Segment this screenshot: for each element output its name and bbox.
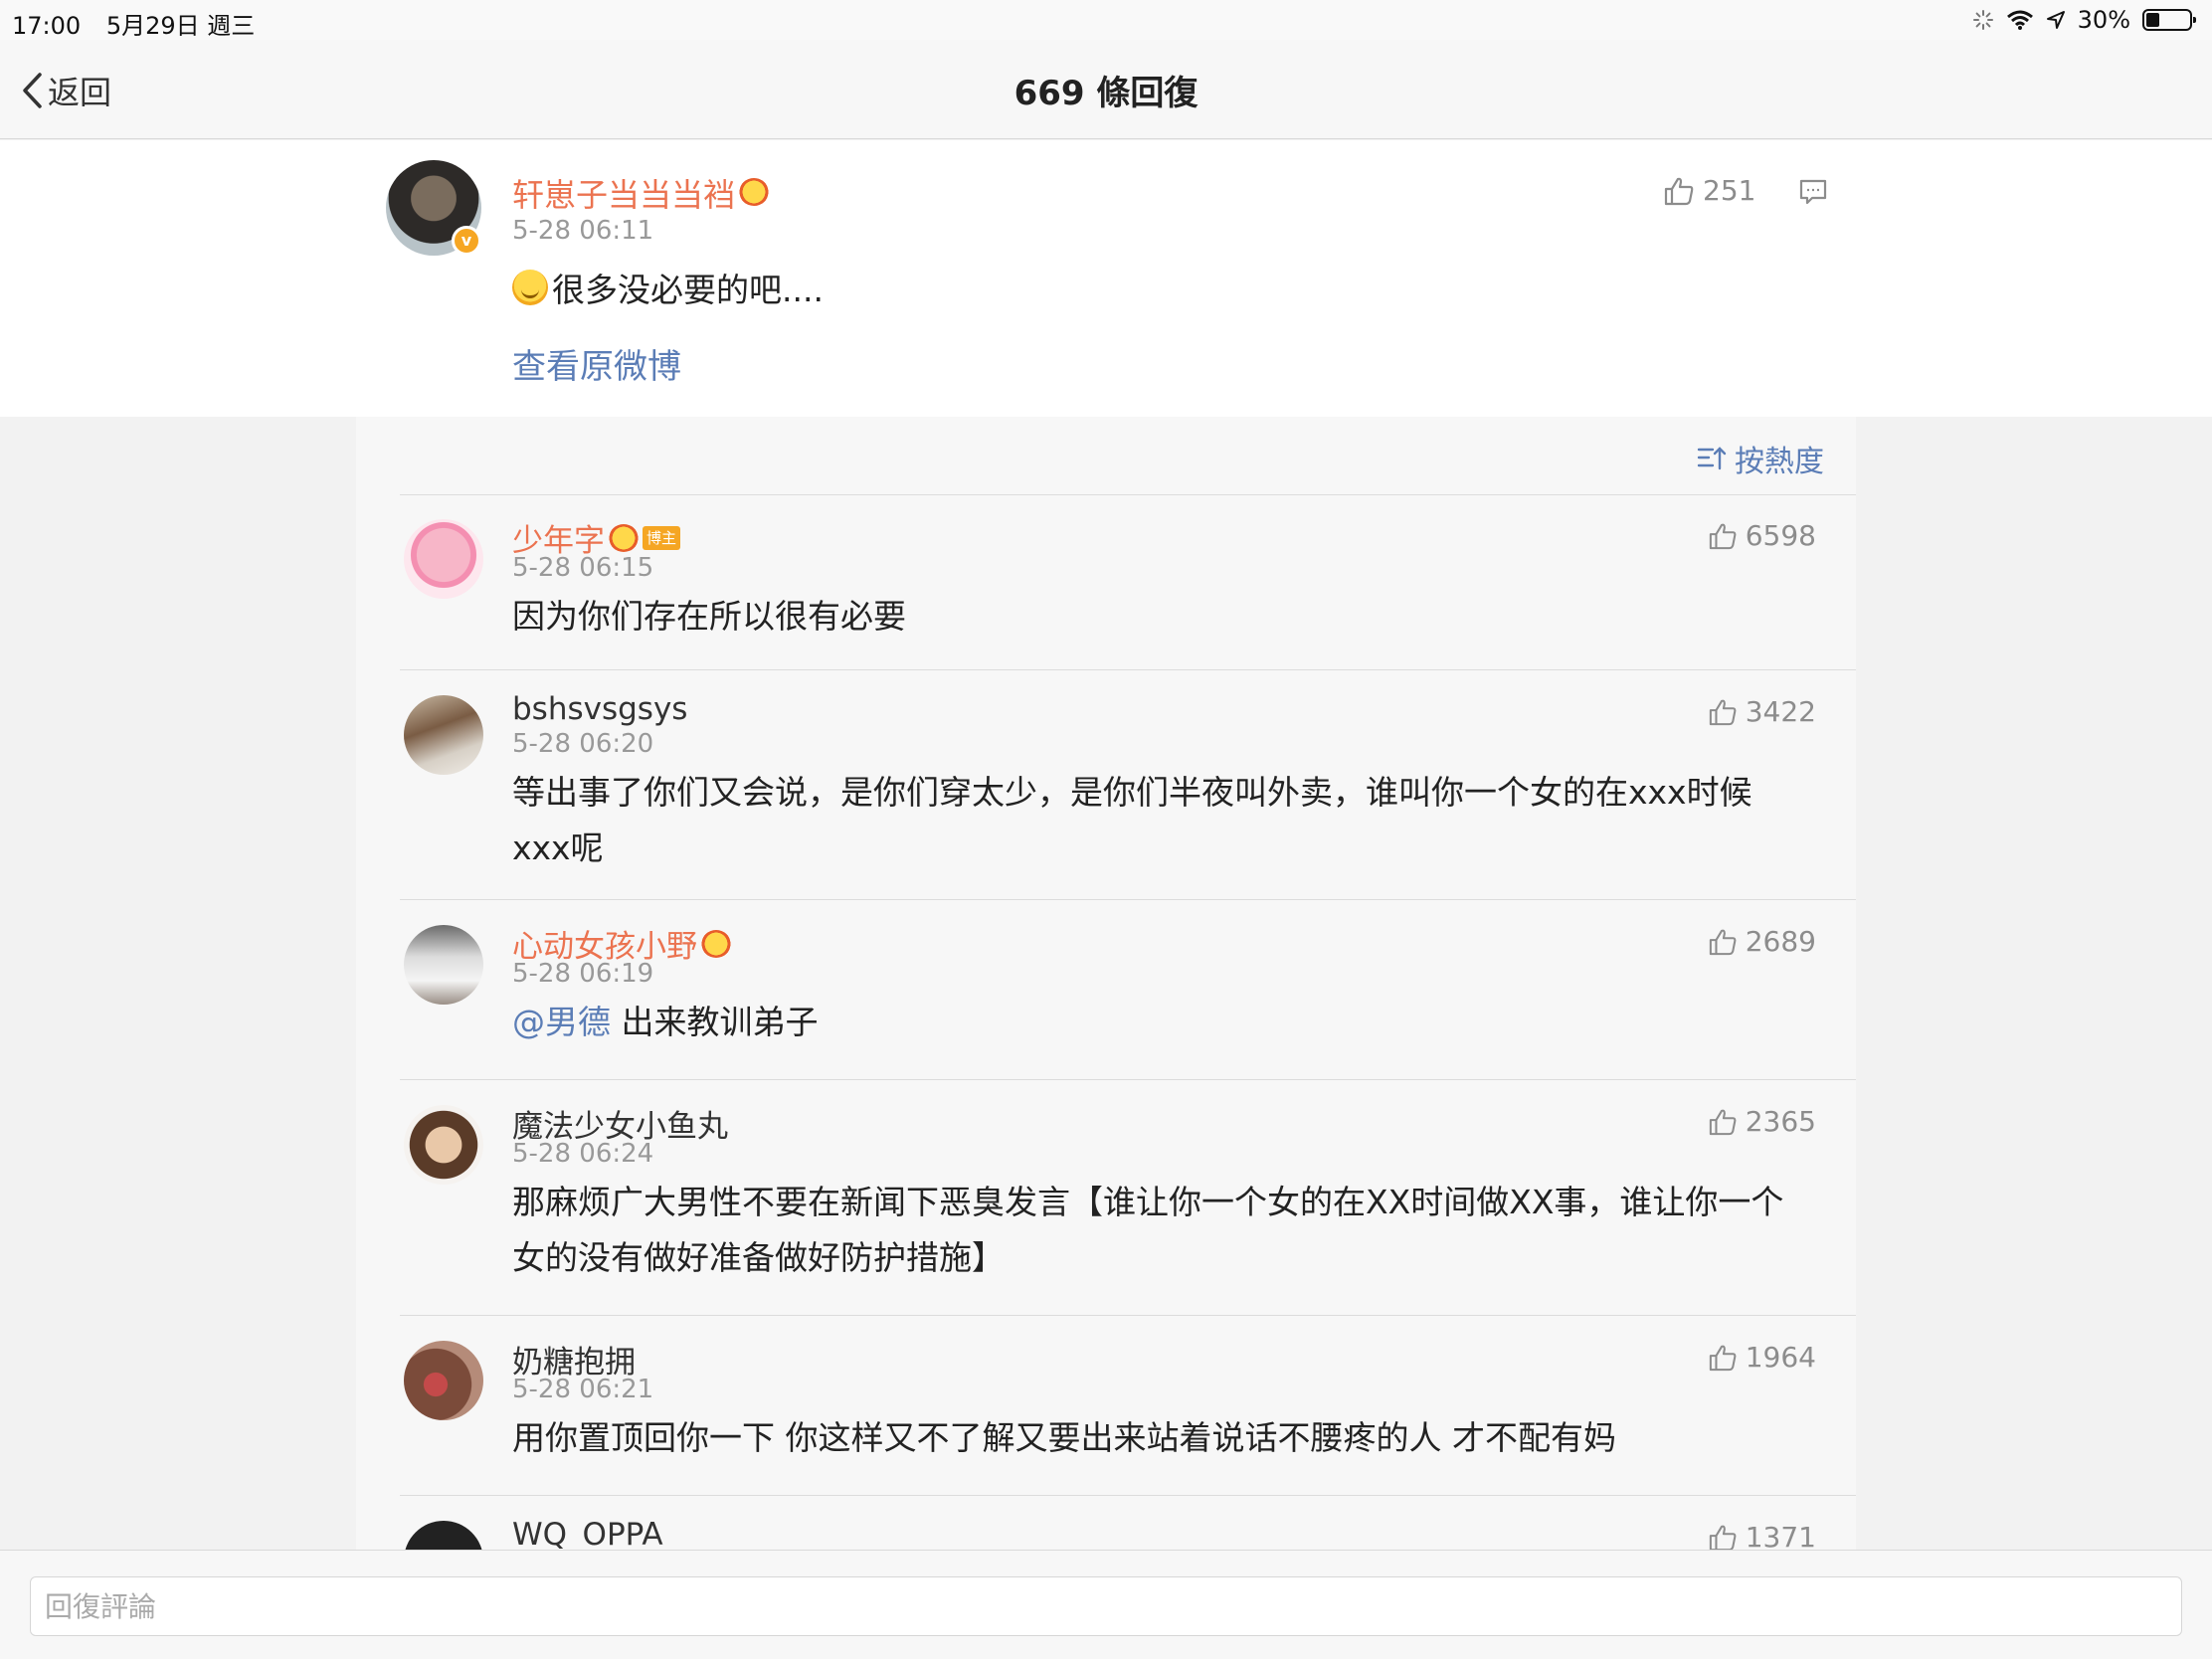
reply-input[interactable]	[30, 1576, 2182, 1636]
avatar[interactable]	[404, 695, 483, 775]
like-count: 2365	[1745, 1105, 1816, 1138]
mention-link[interactable]: @男德	[512, 1003, 611, 1041]
reply-bar	[0, 1550, 2212, 1659]
view-original-link[interactable]: 查看原微博	[512, 339, 681, 388]
like-button[interactable]: 2689	[1708, 925, 1816, 958]
reply-text: @男德 出来教训弟子	[512, 995, 1795, 1050]
comment-icon[interactable]	[1798, 178, 1828, 206]
status-time: 17:00	[12, 12, 82, 40]
sort-label: 按熱度	[1735, 445, 1824, 479]
sort-icon	[1697, 447, 1727, 470]
avatar[interactable]	[404, 519, 483, 599]
reply-author[interactable]: bshsvsgsys	[512, 691, 687, 727]
author-tag: 博主	[643, 525, 681, 550]
like-count: 1371	[1745, 1521, 1816, 1550]
avatar[interactable]	[404, 1521, 483, 1550]
original-text-content: 很多没必要的吧....	[552, 271, 824, 309]
thumbs-up-icon	[1709, 699, 1737, 725]
original-like-count: 251	[1703, 174, 1756, 207]
like-count: 1964	[1745, 1341, 1816, 1374]
replies-panel: 按熱度 少年字 博主 5-28 06:15 因为你们存在所以很有必要 6598 b…	[356, 417, 1856, 1550]
original-text: 很多没必要的吧....	[512, 264, 824, 311]
reply-text: 等出事了你们又会说，是你们穿太少，是你们半夜叫外卖，谁叫你一个女的在xxx时候x…	[512, 773, 1752, 867]
like-count: 3422	[1745, 695, 1816, 728]
loading-icon	[1972, 10, 1993, 30]
original-comment: v 轩崽子当当当裆 5-28 06:11 很多没必要的吧.... 查看原微博 2…	[0, 140, 2212, 417]
reply-time: 5-28 06:19	[512, 959, 654, 989]
reply-author-name: WQ_OPPA	[512, 1517, 663, 1550]
battery-fill	[2146, 13, 2159, 27]
battery-percent: 30%	[2077, 6, 2130, 34]
location-icon	[2046, 11, 2065, 29]
status-date: 5月29日 週三	[105, 12, 256, 40]
like-button[interactable]: 2365	[1708, 1105, 1816, 1138]
like-count: 2689	[1745, 925, 1816, 958]
like-button[interactable]: 3422	[1708, 695, 1816, 728]
like-button[interactable]: 1964	[1708, 1341, 1816, 1374]
original-author-name: 轩崽子当当当裆	[512, 176, 736, 214]
status-bar: 17:00 5月29日 週三 30%	[0, 0, 2212, 40]
nav-bar: 返回 669 條回復	[0, 40, 2212, 139]
sort-button[interactable]: 按熱度	[1697, 437, 1824, 480]
original-author[interactable]: 轩崽子当当当裆	[512, 170, 770, 216]
reply-text: 因为你们存在所以很有必要	[512, 597, 906, 636]
reply-item: bshsvsgsys 5-28 06:20 等出事了你们又会说，是你们穿太少，是…	[400, 671, 1856, 900]
battery-icon	[2142, 9, 2196, 31]
reply-author-name: bshsvsgsys	[512, 691, 688, 727]
verified-badge: v	[452, 226, 481, 256]
reply-time: 5-28 06:15	[512, 553, 654, 583]
like-count: 6598	[1745, 519, 1816, 552]
vip-icon	[701, 929, 731, 958]
original-time: 5-28 06:11	[512, 216, 654, 246]
avatar[interactable]	[404, 1341, 483, 1420]
reply-item: 魔法少女小鱼丸 5-28 06:24 那麻烦广大男性不要在新闻下恶臭发言【谁让你…	[400, 1081, 1856, 1316]
reply-text: 用你置顶回你一下 你这样又不了解又要出来站着说话不腰疼的人 才不配有妈	[512, 1418, 1616, 1457]
reply-author[interactable]: WQ_OPPA	[512, 1517, 663, 1550]
like-button[interactable]: 6598	[1708, 519, 1816, 552]
thumbs-up-icon	[1709, 523, 1737, 549]
thumbs-up-icon	[1709, 1525, 1737, 1550]
smile-emoji-icon	[512, 270, 548, 305]
avatar[interactable]	[404, 925, 483, 1005]
thumbs-up-icon	[1709, 929, 1737, 955]
like-button[interactable]: 1371	[1708, 1521, 1816, 1550]
reply-item: 少年字 博主 5-28 06:15 因为你们存在所以很有必要 6598	[400, 495, 1856, 670]
wifi-icon	[2006, 10, 2033, 30]
thumbs-up-icon	[1709, 1109, 1737, 1135]
reply-time: 5-28 06:24	[512, 1139, 654, 1169]
reply-item: WQ_OPPA 1371	[400, 1497, 1856, 1550]
vip-icon	[739, 178, 770, 206]
reply-item: 心动女孩小野 5-28 06:19 @男德 出来教训弟子 2689	[400, 901, 1856, 1080]
thumbs-up-icon	[1709, 1345, 1737, 1371]
reply-time: 5-28 06:21	[512, 1375, 654, 1404]
page-title: 669 條回復	[1014, 74, 1198, 113]
avatar[interactable]	[404, 1105, 483, 1185]
reply-time: 5-28 06:20	[512, 729, 654, 759]
reply-item: 奶糖抱拥 5-28 06:21 用你置顶回你一下 你这样又不了解又要出来站着说话…	[400, 1317, 1856, 1496]
reply-text: 那麻烦广大男性不要在新闻下恶臭发言【谁让你一个女的在XX时间做XX事，谁让你一个…	[512, 1183, 1784, 1277]
thumbs-up-icon	[1664, 177, 1694, 205]
original-like-button[interactable]: 251	[1663, 174, 1755, 207]
reply-text-content: 出来教训弟子	[611, 1003, 819, 1041]
vip-icon	[609, 523, 639, 552]
